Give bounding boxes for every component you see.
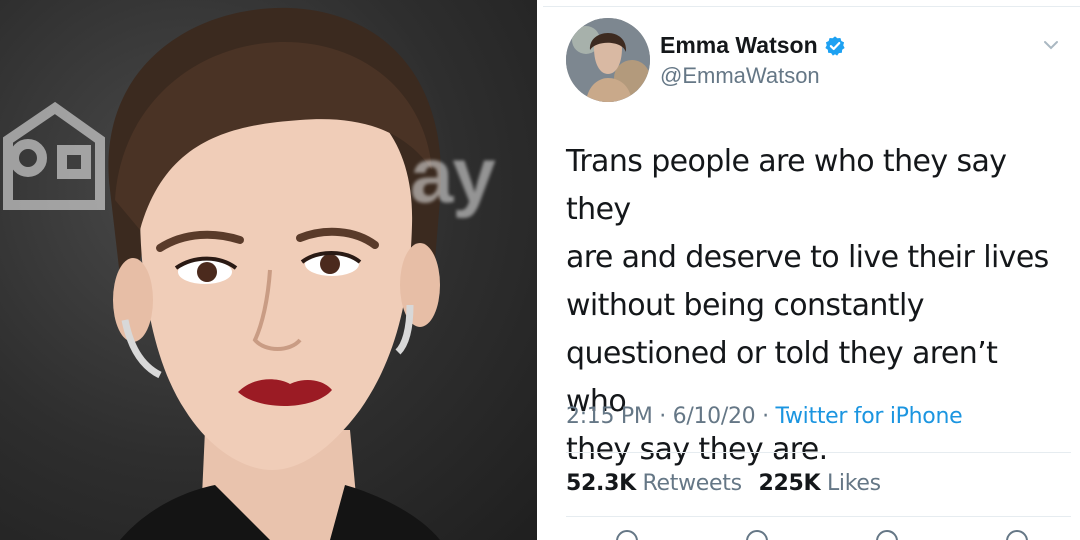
likes-count: 225K [758, 471, 821, 496]
meta-separator: · [659, 404, 666, 429]
likes-label: Likes [826, 471, 881, 496]
top-divider [543, 6, 1080, 7]
like-icon[interactable] [876, 530, 898, 540]
retweet-icon[interactable] [746, 530, 768, 540]
tweet-stats: 52.3K Retweets 225K Likes [566, 471, 891, 496]
retweets-count: 52.3K [566, 471, 636, 496]
stats-top-divider [566, 452, 1071, 453]
tweet-text-line: are and deserve to live their lives [566, 240, 1049, 275]
tweet-source-link[interactable]: Twitter for iPhone [775, 404, 962, 429]
tweet-text-line: without being constantly [566, 288, 924, 323]
tweet-text-line: Trans people are who they say they [566, 144, 1007, 227]
meta-separator: · [762, 404, 769, 429]
likes-stat[interactable]: 225K Likes [758, 471, 881, 496]
avatar-image [566, 18, 650, 102]
share-icon[interactable] [1006, 530, 1028, 540]
portrait-photo: ay [0, 0, 540, 540]
backdrop-logo-text: ay [410, 131, 496, 219]
tweet-time[interactable]: 2:15 PM [566, 404, 653, 429]
tweet-actions [566, 530, 1071, 540]
tweet-date[interactable]: 6/10/20 [673, 404, 756, 429]
portrait-illustration [3, 7, 442, 540]
tweet-card[interactable]: Emma Watson @EmmaWatson Trans people are… [543, 0, 1080, 540]
display-name-text[interactable]: Emma Watson [660, 32, 818, 59]
stats-bottom-divider [566, 516, 1071, 517]
chevron-down-icon[interactable] [1042, 36, 1060, 54]
retweets-stat[interactable]: 52.3K Retweets [566, 471, 742, 496]
tweet-meta: 2:15 PM · 6/10/20 · Twitter for iPhone [566, 404, 963, 429]
house-icon [3, 101, 105, 210]
retweets-label: Retweets [642, 471, 743, 496]
verified-badge-icon [825, 35, 845, 56]
user-handle[interactable]: @EmmaWatson [660, 63, 820, 89]
avatar[interactable] [566, 18, 650, 102]
reply-icon[interactable] [616, 530, 638, 540]
display-name[interactable]: Emma Watson [660, 32, 846, 59]
tweet-text-line: they say they are. [566, 432, 828, 467]
